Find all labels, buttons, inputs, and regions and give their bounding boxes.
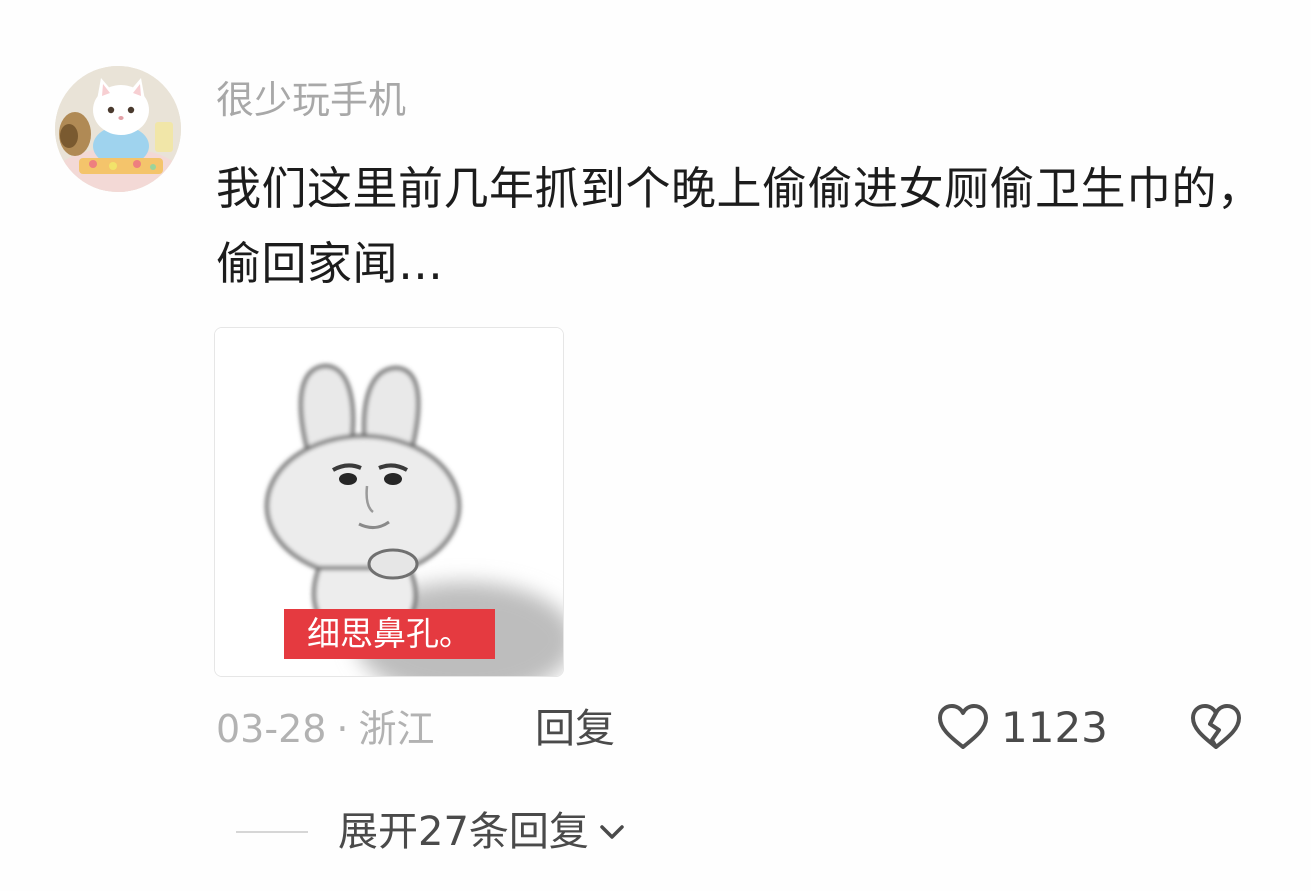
expand-replies-label: 展开27条回复: [338, 809, 589, 855]
sticker-image[interactable]: 细思鼻孔。: [214, 327, 564, 677]
comment-location: 浙江: [358, 707, 435, 751]
username[interactable]: 很少玩手机: [216, 76, 406, 124]
comment-text: 我们这里前几年抓到个晚上偷偷进女厕偷卫生巾的，偷回家闻…: [216, 162, 1263, 290]
comment-meta: 03-28 · 浙江: [216, 703, 435, 755]
divider-line: [236, 831, 308, 833]
avatar[interactable]: [55, 66, 181, 192]
avatar-image: [55, 66, 181, 192]
expand-replies-button[interactable]: 展开27条回复: [236, 805, 629, 859]
chevron-down-icon: [600, 825, 624, 839]
comment-item: 很少玩手机 我们这里前几年抓到个晚上偷偷进女厕偷卫生巾的，偷回家闻… 细思鼻孔。…: [0, 0, 1311, 891]
like-button[interactable]: 1123: [935, 700, 1108, 756]
like-count: 1123: [1001, 703, 1108, 752]
comment-date: 03-28: [216, 707, 327, 751]
dislike-button[interactable]: [1188, 700, 1244, 756]
reply-button[interactable]: 回复: [535, 703, 615, 755]
broken-heart-icon: [1191, 704, 1241, 749]
meta-separator: ·: [336, 707, 349, 751]
sticker-caption: 细思鼻孔。: [284, 609, 495, 659]
heart-outline-icon: [938, 704, 988, 749]
